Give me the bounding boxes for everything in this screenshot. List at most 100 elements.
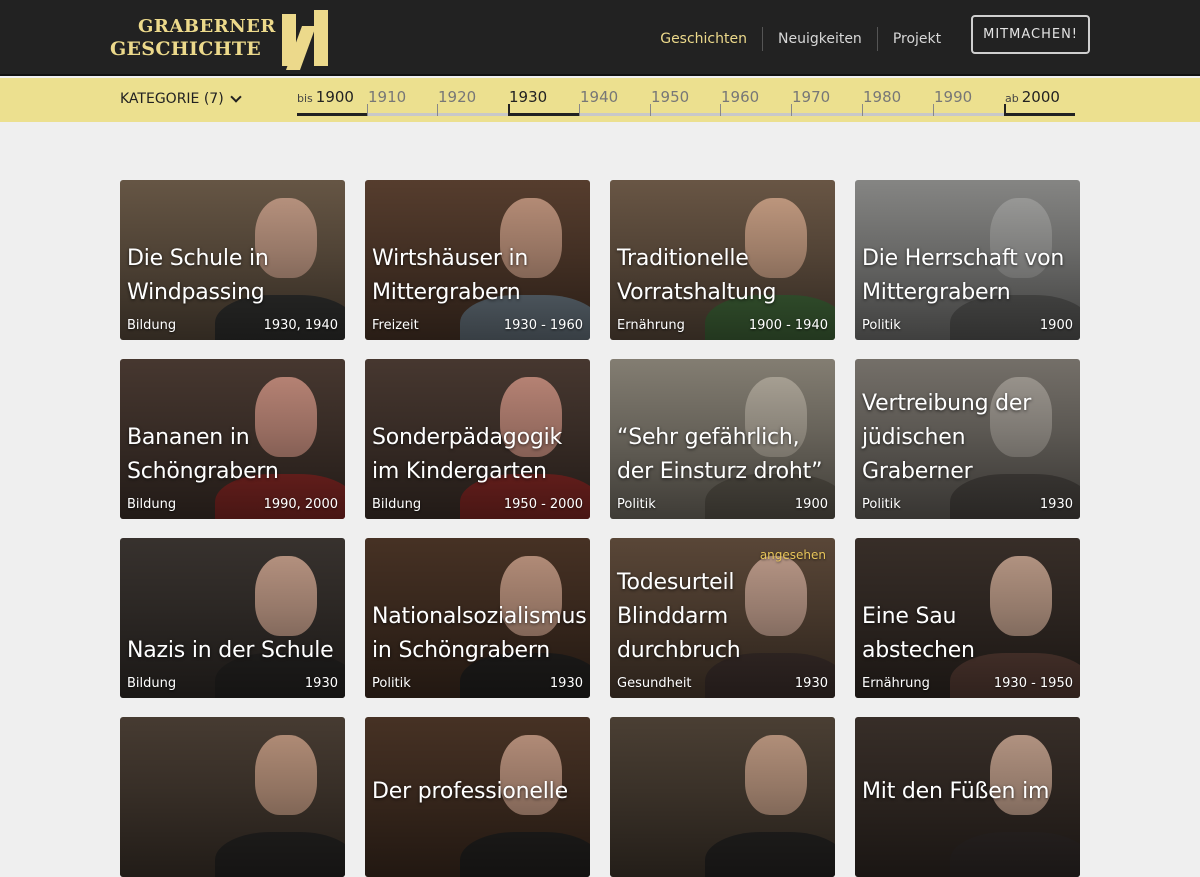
story-category: Politik bbox=[372, 676, 411, 691]
card-shade bbox=[120, 717, 345, 877]
timeline-prefix: bis bbox=[297, 92, 313, 105]
logo-line-2: GESCHICHTE bbox=[110, 38, 262, 60]
timeline-decade-2000[interactable]: ab 2000 bbox=[1005, 88, 1075, 116]
story-category: Freizeit bbox=[372, 318, 419, 333]
timeline-decade-1990[interactable]: 1990 bbox=[934, 88, 1006, 116]
timeline-segment bbox=[934, 113, 1006, 116]
story-years: 1930 bbox=[794, 676, 828, 691]
story-title: Die Herrschaft von Mittergrabern bbox=[862, 246, 1065, 305]
timeline-segment bbox=[368, 113, 439, 116]
story-card[interactable]: Die Herrschaft von Mittergrabern Politik 1… bbox=[855, 180, 1080, 340]
story-card[interactable]: Nationalsozialismus in Schöngrabern Polit… bbox=[365, 538, 590, 698]
chevron-down-icon bbox=[230, 90, 242, 103]
timeline-decade-1980[interactable]: 1980 bbox=[863, 88, 935, 116]
card-shade bbox=[120, 538, 345, 698]
story-card[interactable]: Mit den Füßen im bbox=[855, 717, 1080, 877]
timeline-year: 1920 bbox=[438, 88, 477, 106]
timeline-tick bbox=[1004, 104, 1006, 116]
timeline-tick bbox=[862, 104, 863, 116]
category-dropdown[interactable]: KATEGORIE (7) bbox=[120, 90, 242, 107]
timeline-decade-1960[interactable]: 1960 bbox=[721, 88, 793, 116]
story-card[interactable]: Sonderpädagogik im Kindergarten Bildung 19… bbox=[365, 359, 590, 519]
story-years: 1930 bbox=[549, 676, 583, 691]
story-card[interactable]: Der professionelle bbox=[365, 717, 590, 877]
story-years: 1930 - 1960 bbox=[503, 318, 583, 333]
mitmachen-button[interactable]: MITMACHEN! bbox=[971, 15, 1090, 54]
timeline-year: 2000 bbox=[1021, 88, 1060, 106]
timeline-decade-1900[interactable]: bis 1900 bbox=[297, 88, 367, 116]
timeline-segment bbox=[651, 113, 722, 116]
timeline-decade-1950[interactable]: 1950 bbox=[651, 88, 722, 116]
story-title: Nationalsozialismus in Schöngrabern bbox=[372, 604, 587, 663]
story-card[interactable]: Todesurteil Blinddarm durchbruch Gesundhe… bbox=[610, 538, 835, 698]
timeline-decade-1930[interactable]: 1930 bbox=[509, 88, 580, 116]
story-card[interactable]: Wirtshäuser in Mittergrabern Freizeit 1930… bbox=[365, 180, 590, 340]
timeline-tick bbox=[720, 104, 721, 116]
story-card[interactable]: “Sehr gefährlich, der Einsturz droht” Pol… bbox=[610, 359, 835, 519]
story-title: Sonderpädagogik im Kindergarten bbox=[372, 425, 563, 484]
story-card[interactable]: Die Schule in Windpassing Bildung 1930, 19… bbox=[120, 180, 345, 340]
story-card[interactable] bbox=[610, 717, 835, 877]
timeline-tick bbox=[650, 104, 651, 116]
story-category: Gesundheit bbox=[617, 676, 692, 691]
story-card[interactable]: Eine Sau abstechen Ernährung 1930 - 1950 bbox=[855, 538, 1080, 698]
story-card[interactable] bbox=[120, 717, 345, 877]
story-card[interactable]: Vertreibung der jüdischen Graberner Polit… bbox=[855, 359, 1080, 519]
viewed-badge: angesehen bbox=[759, 548, 826, 562]
story-title: Mit den Füßen im bbox=[862, 779, 1050, 804]
timeline-tick bbox=[437, 104, 438, 116]
story-years: 1950 - 2000 bbox=[503, 497, 583, 512]
timeline-prefix: ab bbox=[1005, 92, 1019, 105]
nav-item-neuigkeiten[interactable]: Neuigkeiten bbox=[761, 27, 877, 51]
story-years: 1930 bbox=[1039, 497, 1073, 512]
timeline-decade-1940[interactable]: 1940 bbox=[580, 88, 652, 116]
nav-item-geschichten[interactable]: Geschichten bbox=[645, 27, 762, 51]
timeline-year: 1940 bbox=[580, 88, 619, 106]
story-title: Bananen in Schöngrabern bbox=[127, 425, 279, 484]
story-category: Bildung bbox=[372, 497, 422, 512]
story-title: “Sehr gefährlich, der Einsturz droht” bbox=[617, 425, 823, 484]
story-title: Vertreibung der jüdischen Graberner bbox=[862, 391, 1032, 484]
timeline-year: 1900 bbox=[315, 88, 354, 106]
timeline-segment bbox=[1005, 113, 1075, 116]
story-card[interactable]: Traditionelle Vorratshaltung Ernährung 190… bbox=[610, 180, 835, 340]
timeline-segment bbox=[792, 113, 864, 116]
story-title: Todesurteil Blinddarm durchbruch bbox=[617, 570, 741, 663]
story-category: Bildung bbox=[127, 676, 177, 691]
story-category: Politik bbox=[862, 497, 901, 512]
story-title: Traditionelle Vorratshaltung bbox=[617, 246, 777, 305]
timeline-decade-1920[interactable]: 1920 bbox=[438, 88, 510, 116]
timeline-decade-1910[interactable]: 1910 bbox=[368, 88, 439, 116]
nav-item-projekt[interactable]: Projekt bbox=[876, 27, 956, 51]
timeline-year: 1950 bbox=[651, 88, 690, 106]
story-category: Ernährung bbox=[617, 318, 685, 333]
site-logo[interactable]: GRABERNER GESCHICHTE bbox=[110, 10, 334, 70]
timeline-year: 1970 bbox=[792, 88, 831, 106]
filter-bar: KATEGORIE (7) bis 1900 1910 1920 1930 1940 195… bbox=[0, 78, 1200, 122]
story-years: 1930, 1940 bbox=[263, 318, 338, 333]
timeline-segment bbox=[297, 113, 367, 116]
story-card[interactable]: Bananen in Schöngrabern Bildung 1990, 2000 bbox=[120, 359, 345, 519]
logo-mark-icon bbox=[280, 10, 334, 70]
timeline-segment bbox=[721, 113, 793, 116]
story-title: Die Schule in Windpassing bbox=[127, 246, 269, 305]
timeline-tick bbox=[933, 104, 934, 116]
main-nav: Geschichten Neuigkeiten Projekt MITMACHE… bbox=[645, 15, 1090, 54]
timeline-year: 1910 bbox=[368, 88, 407, 106]
logo-line-1: GRABERNER bbox=[138, 16, 276, 37]
timeline-segment bbox=[863, 113, 935, 116]
story-card[interactable]: Nazis in der Schule Bildung 1930 bbox=[120, 538, 345, 698]
decade-timeline[interactable]: bis 1900 1910 1920 1930 1940 1950 1960 1970 1980 1… bbox=[297, 88, 1075, 116]
timeline-year: 1990 bbox=[934, 88, 973, 106]
timeline-segment bbox=[438, 113, 510, 116]
story-years: 1930 bbox=[304, 676, 338, 691]
story-years: 1900 - 1940 bbox=[748, 318, 828, 333]
story-years: 1900 bbox=[1039, 318, 1073, 333]
story-category: Bildung bbox=[127, 497, 177, 512]
story-years: 1900 bbox=[794, 497, 828, 512]
story-category: Politik bbox=[862, 318, 901, 333]
story-years: 1990, 2000 bbox=[263, 497, 338, 512]
timeline-decade-1970[interactable]: 1970 bbox=[792, 88, 864, 116]
timeline-year: 1980 bbox=[863, 88, 902, 106]
timeline-segment bbox=[509, 113, 580, 116]
